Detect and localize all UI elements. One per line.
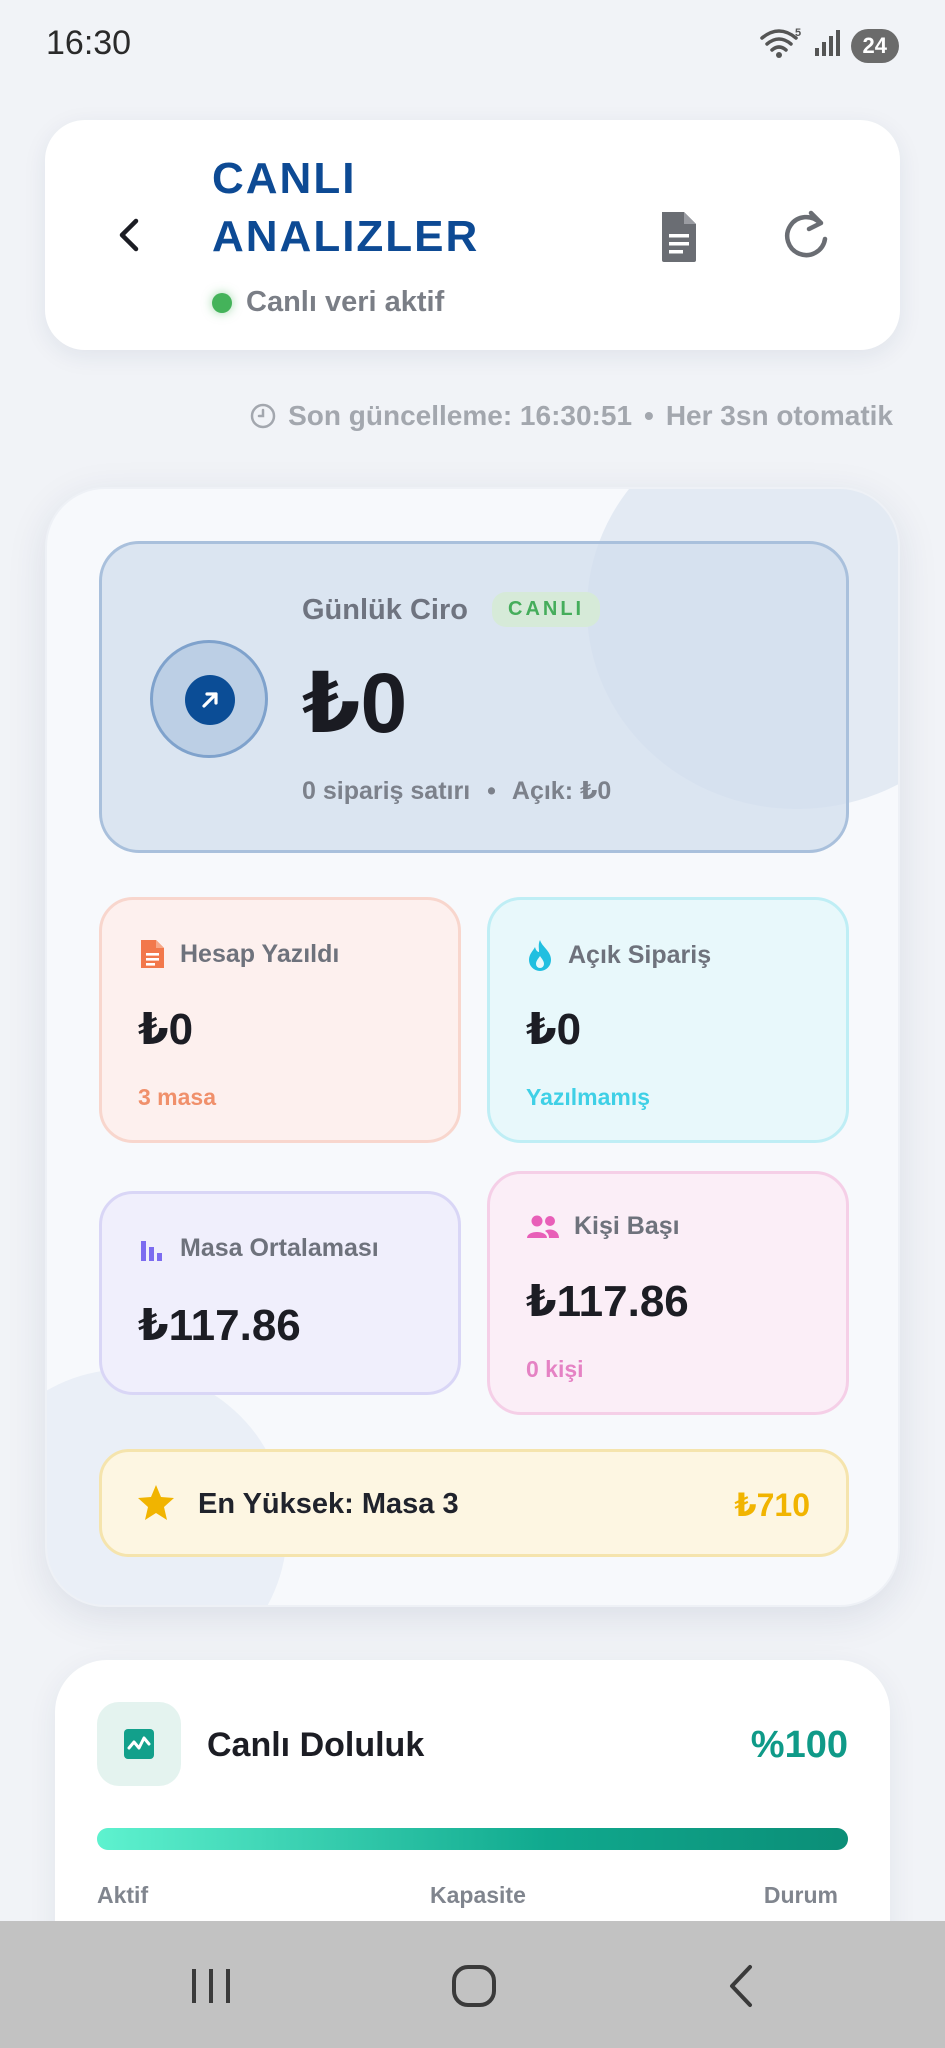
recent-apps-icon [192,1969,230,2003]
order-lines-text: 0 sipariş satırı [302,777,471,805]
system-nav-bar [0,1921,945,2048]
open-orders-sub: Yazılmamış [526,1084,651,1110]
status-icons: 5 24 [759,26,899,65]
occupancy-progress-bar [97,1828,848,1850]
open-orders-value: ₺0 [526,1005,582,1054]
billed-stat-card: Hesap Yazıldı ₺0 3 masa [99,897,461,1143]
users-icon [527,1215,559,1238]
table-average-value: ₺117.86 [138,1301,301,1350]
refresh-button[interactable] [775,205,837,267]
occupancy-col-capacity: Kapasite [430,1882,526,1908]
star-icon [138,1485,174,1520]
report-button[interactable] [650,208,708,266]
billed-label: Hesap Yazıldı [180,939,340,968]
clock-icon [250,403,276,429]
svg-text:5: 5 [795,27,801,39]
home-button[interactable] [443,1955,505,2017]
separator-dot: • [487,777,496,805]
occupancy-title: Canlı Doluluk [207,1726,425,1764]
bar-chart-icon [141,1240,162,1261]
per-person-stat-card: Kişi Başı ₺117.86 0 kişi [487,1171,849,1415]
top-table-card: En Yüksek: Masa 3 ₺710 [99,1449,849,1557]
last-update-text: Son güncelleme: 16:30:51 [288,400,633,431]
back-button[interactable] [100,205,160,265]
document-icon [662,212,696,262]
live-dot-icon [212,292,232,313]
billed-sub: 3 masa [138,1084,217,1110]
battery-indicator: 24 [850,28,899,63]
per-person-label: Kişi Başı [574,1212,680,1240]
per-person-sub: 0 kişi [526,1356,584,1382]
per-person-value: ₺117.86 [526,1277,689,1326]
status-bar: 16:30 5 24 [0,0,945,90]
occupancy-percent: %100 [750,1724,848,1766]
receipt-icon [141,940,164,968]
back-icon [730,1965,752,2007]
open-orders-label: Açık Sipariş [568,940,712,969]
open-amount-text: Açık: ₺0 [511,777,612,805]
chevron-left-icon [119,218,139,252]
wifi-icon: 5 [759,26,803,65]
signal-icon [813,28,841,63]
daily-revenue-card: Günlük Ciro CANLI ₺0 0 sipariş satırı • … [99,541,849,853]
live-status: Canlı veri aktif [212,286,444,319]
auto-refresh-text: Her 3sn otomatik [665,400,893,431]
live-badge: CANLI [492,592,601,627]
analytics-card: Günlük Ciro CANLI ₺0 0 sipariş satırı • … [45,487,900,1607]
daily-revenue-value: ₺0 [302,656,408,750]
occupancy-col-status: Durum [763,1882,838,1908]
last-update-info: Son güncelleme: 16:30:51 • Her 3sn otoma… [250,400,893,432]
refresh-icon [784,210,828,258]
page-title: CANLI ANALIZLER [212,154,480,261]
table-average-label: Masa Ortalaması [180,1234,379,1262]
open-orders-stat-card: Açık Sipariş ₺0 Yazılmamış [487,897,849,1143]
top-table-label: En Yüksek: Masa 3 [198,1488,459,1520]
occupancy-progress-fill [97,1828,848,1850]
recent-apps-button[interactable] [180,1955,242,2017]
top-table-value: ₺710 [734,1487,810,1523]
billed-value: ₺0 [138,1005,194,1054]
status-time: 16:30 [46,24,132,62]
activity-icon [97,1702,181,1786]
table-average-stat-card: Masa Ortalaması ₺117.86 [99,1191,461,1395]
live-status-text: Canlı veri aktif [246,286,445,318]
arrow-up-right-icon [185,675,235,725]
trend-icon-badge [150,640,268,758]
system-back-button[interactable] [710,1955,772,2017]
occupancy-col-active: Aktif [97,1882,149,1908]
flame-icon [529,940,551,971]
daily-revenue-details: 0 sipariş satırı • Açık: ₺0 [302,776,611,806]
separator-dot: • [644,400,654,431]
daily-revenue-title: Günlük Ciro [302,594,468,626]
home-icon [452,1965,496,2007]
